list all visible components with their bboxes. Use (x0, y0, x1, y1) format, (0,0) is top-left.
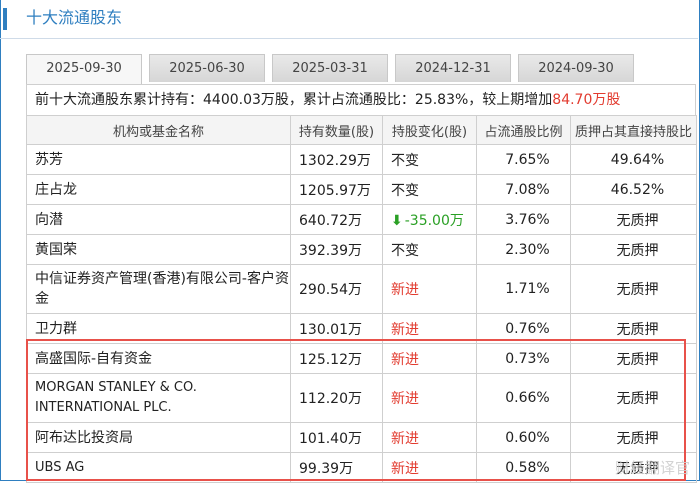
table-row: 苏芳 1302.29万 不变 7.65% 49.64% (26, 144, 697, 175)
watermark: 财经翻译官 (614, 459, 690, 477)
holder-name: 黄国荣 (26, 234, 291, 265)
holding-summary: 前十大流通股东累计持有：4400.03万股，累计占流通股比：25.83%，较上期… (26, 84, 696, 116)
holder-pledge: 无质押 (570, 373, 697, 423)
holder-pledge: 无质押 (570, 204, 697, 235)
holder-pledge: 49.64% (570, 144, 697, 175)
summary-total-held: 4400.03万股 (203, 92, 289, 108)
holder-change-value: 不变 (391, 242, 419, 259)
holder-pledge: 无质押 (570, 234, 697, 265)
holder-ratio: 3.76% (476, 204, 571, 235)
table-row: 阿布达比投资局 101.40万 新进 0.60% 无质押 (26, 422, 697, 453)
holder-change: 新进 (382, 422, 477, 453)
holder-ratio: 0.73% (476, 343, 571, 374)
holder-ratio: 0.60% (476, 422, 571, 453)
holder-change: 新进 (382, 452, 477, 483)
holder-qty: 130.01万 (290, 313, 383, 344)
holder-qty: 125.12万 (290, 343, 383, 374)
table-row: 卫力群 130.01万 新进 0.76% 无质押 (26, 313, 697, 344)
table-row: MORGAN STANLEY & CO. INTERNATIONAL PLC. 1… (26, 373, 697, 423)
holder-ratio: 7.08% (476, 174, 571, 205)
holder-change: 不变 (382, 144, 477, 175)
holder-change-value: 不变 (391, 152, 419, 169)
holder-change: 新进 (382, 264, 477, 314)
col-header-name: 机构或基金名称 (26, 115, 291, 145)
holder-change-value: -35.00万 (404, 212, 464, 229)
holder-ratio: 7.65% (476, 144, 571, 175)
holder-ratio: 0.76% (476, 313, 571, 344)
table-row: 黄国荣 392.39万 不变 2.30% 无质押 (26, 234, 697, 265)
holder-name: 庄占龙 (26, 174, 291, 205)
holder-ratio: 1.71% (476, 264, 571, 314)
holder-qty: 99.39万 (290, 452, 383, 483)
summary-ratio-label: ，累计占流通股比： (288, 92, 415, 108)
holder-change-value: 新进 (391, 351, 419, 368)
holder-pledge: 无质押 (570, 264, 697, 314)
section-header: 十大流通股东 (0, 0, 698, 39)
holder-qty: 112.20万 (290, 373, 383, 423)
table-row: 庄占龙 1205.97万 不变 7.08% 46.52% (26, 174, 697, 205)
holder-ratio: 0.66% (476, 373, 571, 423)
table-header-row: 机构或基金名称 持有数量(股) 持股变化(股) 占流通股比例 质押占其直接持股比 (26, 115, 697, 145)
holder-change: 不变 (382, 234, 477, 265)
holder-qty: 1302.29万 (290, 144, 383, 175)
period-tabs: 2025-09-30 2025-06-30 2025-03-31 2024-12… (26, 54, 696, 84)
holder-change: ⬇ -35.00万 (382, 204, 477, 235)
col-header-pledge: 质押占其直接持股比 (570, 115, 697, 145)
summary-ratio: 25.83% (414, 92, 469, 108)
header-accent-bar (3, 8, 7, 30)
holder-change-value: 不变 (391, 182, 419, 199)
holder-change: 不变 (382, 174, 477, 205)
col-header-ratio: 占流通股比例 (476, 115, 571, 145)
holder-name: 向潜 (26, 204, 291, 235)
summary-compare-label: ，较上期增加 (468, 92, 553, 108)
holder-ratio: 0.58% (476, 452, 571, 483)
holder-change-value: 新进 (391, 391, 419, 407)
holder-pledge: 无质押 (570, 343, 697, 374)
holder-name: 高盛国际-自有资金 (26, 343, 291, 374)
holder-change: 新进 (382, 373, 477, 423)
holder-name: 卫力群 (26, 313, 291, 344)
down-arrow-icon: ⬇ (391, 212, 403, 229)
holder-qty: 640.72万 (290, 204, 383, 235)
holder-qty: 101.40万 (290, 422, 383, 453)
holder-change-value: 新进 (391, 282, 419, 298)
table-row: 中信证券资产管理(香港)有限公司-客户资金 290.54万 新进 1.71% 无质押 (26, 264, 697, 314)
holder-qty: 1205.97万 (290, 174, 383, 205)
tab-2024-09-30[interactable]: 2024-09-30 (518, 54, 634, 82)
holder-name: UBS AG (26, 452, 291, 483)
holder-pledge: 无质押 (570, 422, 697, 453)
holder-ratio: 2.30% (476, 234, 571, 265)
holder-change-value: 新进 (391, 321, 419, 338)
section-title: 十大流通股东 (26, 8, 123, 27)
table-row: 高盛国际-自有资金 125.12万 新进 0.73% 无质押 (26, 343, 697, 374)
holder-name: 阿布达比投资局 (26, 422, 291, 453)
table-row: 向潜 640.72万 ⬇ -35.00万 3.76% 无质押 (26, 204, 697, 235)
holder-qty: 392.39万 (290, 234, 383, 265)
holder-change: 新进 (382, 343, 477, 374)
col-header-change: 持股变化(股) (382, 115, 477, 145)
holder-pledge: 无质押 (570, 313, 697, 344)
tab-2025-03-31[interactable]: 2025-03-31 (272, 54, 388, 82)
holder-name: MORGAN STANLEY & CO. INTERNATIONAL PLC. (26, 373, 291, 423)
table-row: UBS AG 99.39万 新进 0.58% 无质押 (26, 452, 697, 483)
holder-qty: 290.54万 (290, 264, 383, 314)
holder-pledge: 46.52% (570, 174, 697, 205)
summary-increase: 84.70万股 (552, 92, 621, 108)
holder-name: 中信证券资产管理(香港)有限公司-客户资金 (26, 264, 291, 314)
tab-2024-12-31[interactable]: 2024-12-31 (395, 54, 511, 82)
tab-2025-06-30[interactable]: 2025-06-30 (149, 54, 265, 82)
holder-change: 新进 (382, 313, 477, 344)
col-header-qty: 持有数量(股) (290, 115, 383, 145)
summary-prefix: 前十大流通股东累计持有： (35, 92, 203, 108)
shareholders-table: 机构或基金名称 持有数量(股) 持股变化(股) 占流通股比例 质押占其直接持股比… (26, 115, 697, 483)
tab-2025-09-30[interactable]: 2025-09-30 (26, 54, 142, 84)
holder-name: 苏芳 (26, 144, 291, 175)
holder-change-value: 新进 (391, 460, 419, 477)
holder-change-value: 新进 (391, 430, 419, 447)
